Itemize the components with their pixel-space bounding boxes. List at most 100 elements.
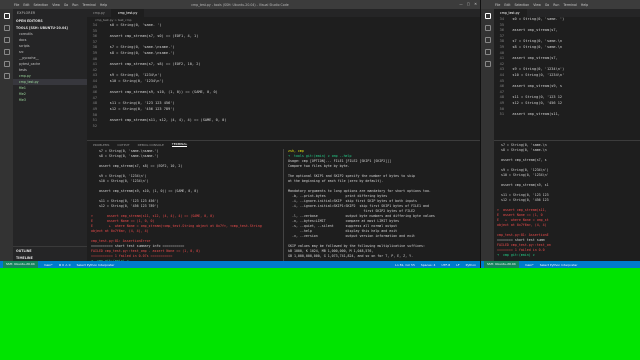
status-item[interactable]: Python — [466, 263, 476, 267]
problems-status[interactable]: ⊗ 0 ⚠ 0 — [59, 263, 71, 267]
menu-item-edit[interactable]: Edit — [504, 3, 510, 7]
python-interpreter-status-right[interactable]: Select Python Interpreter — [540, 263, 578, 267]
extensions-icon[interactable] — [484, 61, 491, 67]
bottom-panel: PROBLEMS OUTPUT DEBUG CONSOLE TERMINAL s7 =… — [87, 140, 480, 261]
workspace-section[interactable]: TOOLS [SSH: UBUNTU-20.04] — [13, 24, 87, 31]
source-control-icon[interactable] — [484, 37, 491, 43]
title-bar-right: File Edit Selection View Go Run Terminal Help — [481, 0, 640, 9]
source-control-icon[interactable] — [3, 37, 10, 43]
explorer-icon[interactable] — [3, 13, 10, 19]
explorer-header: EXPLORER — [17, 11, 36, 15]
branch-status[interactable]: main* — [44, 263, 53, 267]
code-text: s0 = String(0, 'same. ') — [101, 23, 162, 27]
menu-item-run[interactable]: Run — [553, 3, 559, 7]
branch-status-right[interactable]: main* — [525, 263, 534, 267]
status-item[interactable]: UTF-8 — [441, 263, 450, 267]
code-text: s0 = String(0, 'same. ') — [508, 17, 565, 21]
window-controls: — ▢ ✕ — [459, 2, 477, 6]
panel-tabs: PROBLEMS OUTPUT DEBUG CONSOLE TERMINAL — [87, 141, 480, 148]
menu-item-selection[interactable]: Selection — [515, 3, 530, 7]
activity-bar-right — [481, 9, 494, 261]
status-item[interactable]: Spaces: 4 — [421, 263, 436, 267]
menu-item-view[interactable]: View — [52, 3, 60, 7]
code-text: s12 = String(0, '456 123 789') — [101, 106, 175, 111]
code-line: 52 — [87, 124, 480, 130]
run-debug-icon[interactable] — [484, 49, 491, 55]
explorer-icon[interactable] — [484, 13, 491, 19]
menu-item-file[interactable]: File — [14, 3, 19, 7]
sidebar-bottom-sections: OUTLINE TIMELINE — [13, 246, 87, 261]
menu-bar: File Edit Selection View Go Run Terminal Help — [0, 3, 107, 7]
menu-bar-right: File Edit Selection View Go Run Terminal Help — [481, 3, 588, 7]
menu-item-selection[interactable]: Selection — [34, 3, 49, 7]
terminal-pane-help[interactable]: zsh, cmp ➜ tools git:(main) ✗ cmp --help U… — [283, 149, 478, 261]
menu-item-run[interactable]: Run — [72, 3, 78, 7]
code-text: assert cmp_stream(s9, s — [508, 84, 563, 89]
status-item[interactable]: Ln 81, Col 55 — [395, 263, 415, 267]
panel-tab-problems[interactable]: PROBLEMS — [93, 143, 109, 147]
editor-tab[interactable]: cmp_test.py — [111, 9, 145, 17]
outline-section[interactable]: OUTLINE — [13, 247, 87, 254]
status-bar-right: SSH: Ubuntu-20.04 main* Select Python In… — [481, 261, 640, 268]
title-bar: File Edit Selection View Go Run Terminal Help c… — [0, 0, 480, 9]
code-text: s12 = String(0, '456 12 — [508, 100, 563, 105]
editor-tab[interactable]: cmp.py — [87, 9, 112, 17]
desktop-screen: File Edit Selection View Go Run Terminal Help c… — [0, 0, 640, 268]
code-text: assert cmp_stream(s7, s8) == (EOF2, 10, … — [101, 62, 201, 67]
open-editors-section[interactable]: OPEN EDITORS — [13, 17, 87, 24]
search-icon[interactable] — [3, 25, 10, 31]
minimize-icon[interactable]: — — [459, 2, 463, 6]
line-number: 52 — [92, 123, 97, 128]
status-item[interactable]: LF — [456, 263, 459, 267]
line-number: 51 — [499, 112, 504, 117]
panel-tab-debug-console[interactable]: DEBUG CONSOLE — [138, 143, 164, 147]
menu-item-terminal[interactable]: Terminal — [82, 3, 95, 7]
remote-indicator-right[interactable]: SSH: Ubuntu-20.04 — [484, 261, 519, 268]
code-line: 51 assert cmp_stream(s11, — [494, 112, 640, 118]
code-editor-right[interactable]: 34 s0 = String(0, 'same. ') 35 36 assert c… — [494, 17, 640, 140]
menu-item-go[interactable]: Go — [64, 3, 68, 7]
menu-item-file[interactable]: File — [495, 3, 500, 7]
activity-bar — [0, 9, 13, 261]
remote-indicator[interactable]: SSH: Ubuntu-20.04 — [3, 261, 38, 268]
code-text: s10 = String(0, '1234\n' — [508, 72, 565, 77]
menu-item-edit[interactable]: Edit — [23, 3, 29, 7]
file-tree-item[interactable]: file3 — [13, 97, 87, 103]
terminal-line: ➜ cmp git:(main) ✗ — [497, 253, 535, 257]
vscode-window-right: File Edit Selection View Go Run Terminal Help c… — [480, 0, 640, 268]
code-text: assert cmp_stream(s9, s10, (1, 0)) == (S… — [101, 90, 218, 95]
editor-tab[interactable]: cmp_test.py — [494, 9, 527, 17]
status-bar: SSH: Ubuntu-20.04 main* ⊗ 0 ⚠ 0 Select P… — [0, 261, 480, 268]
panel-tab-output[interactable]: OUTPUT — [117, 143, 129, 147]
code-editor[interactable]: 34 s0 = String(0, 'same. ') 35 36 assert c… — [87, 23, 480, 140]
editor-tabs: cmp.py cmp_test.py — [87, 9, 480, 17]
timeline-section[interactable]: TIMELINE — [13, 254, 87, 261]
menu-item-terminal[interactable]: Terminal — [563, 3, 576, 7]
terminal-pane-right[interactable]: s7 = String(0, 'same.\n s8 = String(0, '… — [497, 143, 640, 261]
close-icon[interactable]: ✕ — [474, 2, 477, 6]
editor-area: cmp.py cmp_test.py cmp_test.py > test_cmp… — [87, 9, 480, 140]
code-text: s8 = String(0, 'same.\n — [508, 44, 563, 49]
python-interpreter-status[interactable]: Select Python Interpreter — [77, 263, 115, 267]
editor-area-right: cmp_test.py 34 s0 = String(0, 'same. ') 3… — [494, 9, 640, 140]
panel-tab-terminal[interactable]: TERMINAL — [171, 142, 188, 147]
code-text: assert cmp_stream(s7, — [508, 28, 558, 33]
run-debug-icon[interactable] — [3, 49, 10, 55]
code-text: assert cmp_stream(s7, — [508, 56, 558, 61]
status-right-items: Ln 81, Col 55 Spaces: 4 UTF-8 LF Python — [395, 263, 480, 267]
vscode-window-left: File Edit Selection View Go Run Terminal Help c… — [0, 0, 480, 268]
search-icon[interactable] — [484, 25, 491, 31]
menu-item-go[interactable]: Go — [545, 3, 549, 7]
terminal-pane-pytest[interactable]: s7 = String(0, 'same.\nsame.') s8 = Stri… — [91, 149, 279, 261]
menu-item-help[interactable]: Help — [100, 3, 107, 7]
remote-explorer-icon[interactable] — [3, 73, 10, 79]
maximize-icon[interactable]: ▢ — [467, 2, 470, 6]
file-tree: coreutils docs scripts src __pycache__ pytest… — [13, 31, 87, 103]
menu-item-view[interactable]: View — [533, 3, 541, 7]
menu-item-help[interactable]: Help — [581, 3, 588, 7]
green-screen-area — [0, 268, 640, 360]
code-text: s8 = String(0, 'same.\nsame.') — [101, 50, 175, 55]
extensions-icon[interactable] — [3, 61, 10, 67]
code-text: assert cmp_stream(s11, s12, (4, 4), 4) =… — [101, 118, 227, 123]
bottom-panel-right: s7 = String(0, 'same.\n s8 = String(0, '… — [494, 140, 640, 261]
